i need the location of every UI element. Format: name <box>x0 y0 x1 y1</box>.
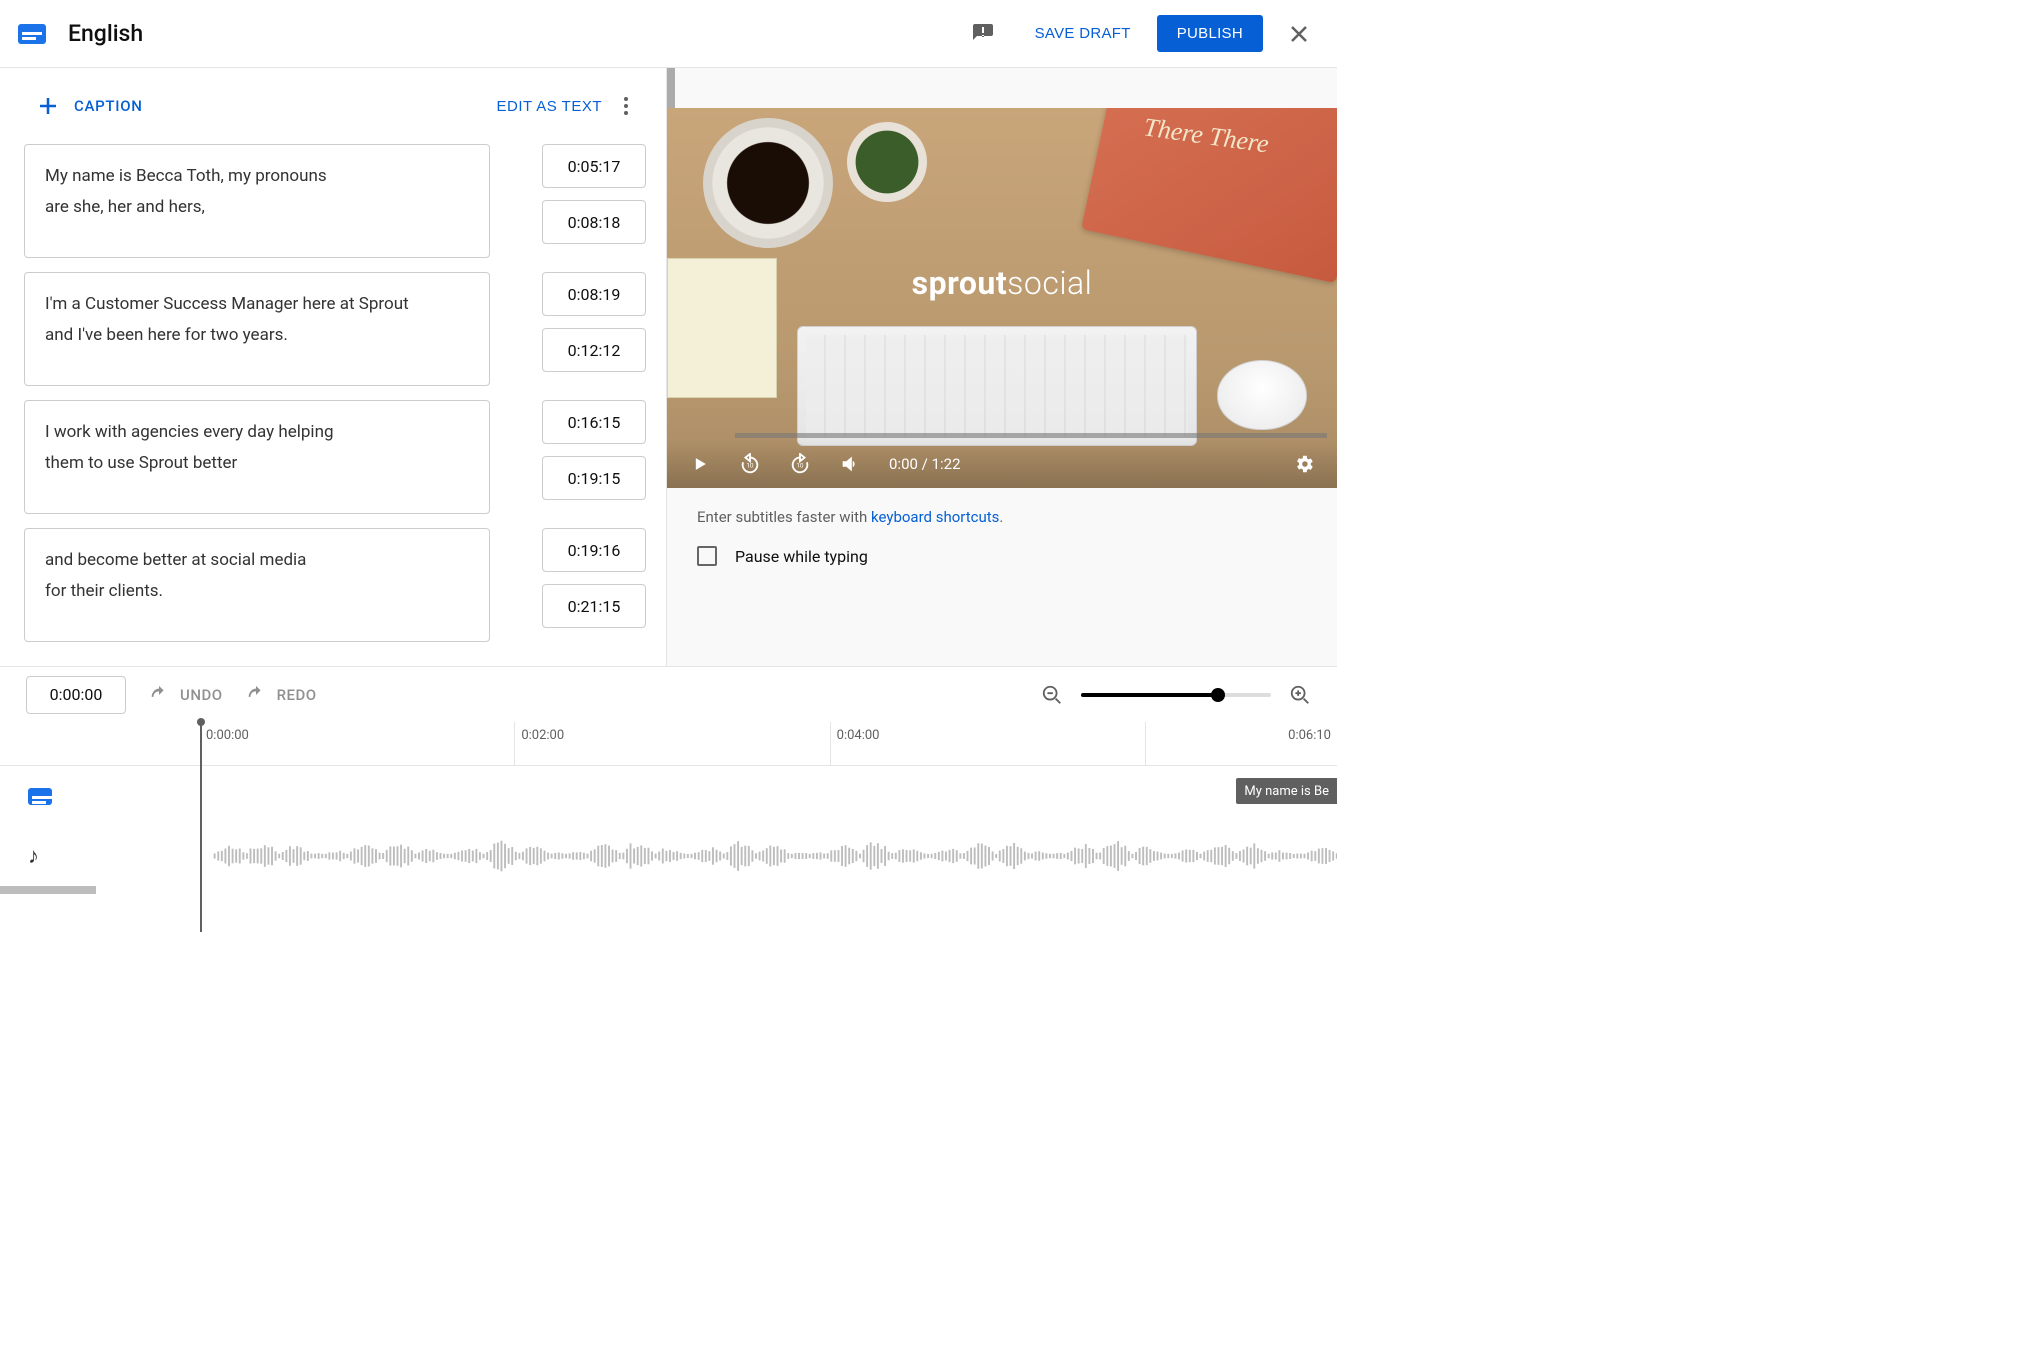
publish-button[interactable]: PUBLISH <box>1157 15 1263 52</box>
prop-mug <box>703 118 833 248</box>
caption-start-time[interactable]: 0:16:15 <box>542 400 646 444</box>
caption-row: My name is Becca Toth, my pronounsare sh… <box>24 144 646 258</box>
subtitles-icon <box>18 24 46 44</box>
timeline-panel: 0:00:00 UNDO REDO 0:00:00 0:02:00 0:04:0… <box>0 666 1337 896</box>
zoom-in-icon[interactable] <box>1289 684 1311 706</box>
timeline-toolbar: 0:00:00 UNDO REDO <box>0 667 1337 722</box>
forward-10-icon[interactable]: 10 <box>789 453 811 475</box>
caption-end-time[interactable]: 0:19:15 <box>542 456 646 500</box>
subtitles-icon <box>28 788 52 805</box>
caption-end-time[interactable]: 0:21:15 <box>542 584 646 628</box>
keyboard-shortcuts-link[interactable]: keyboard shortcuts <box>871 508 999 526</box>
pause-while-typing-label: Pause while typing <box>735 547 868 566</box>
page-title: English <box>68 20 971 47</box>
waveform <box>142 840 1337 872</box>
main: CAPTION EDIT AS TEXT My name is Becca To… <box>0 68 1337 666</box>
preview-panel: sproutsocial 10 10 0:00 / 1:22 Enter sub… <box>667 68 1337 666</box>
zoom-out-icon[interactable] <box>1041 684 1063 706</box>
caption-text[interactable]: I work with agencies every day helpingth… <box>24 400 490 514</box>
prop-notepad <box>667 258 777 398</box>
caption-editor-panel: CAPTION EDIT AS TEXT My name is Becca To… <box>0 68 667 666</box>
caption-text[interactable]: My name is Becca Toth, my pronounsare sh… <box>24 144 490 258</box>
prop-plant <box>847 122 927 202</box>
zoom-controls <box>1041 684 1311 706</box>
pause-while-typing-checkbox[interactable] <box>697 546 717 566</box>
video-preview[interactable]: sproutsocial 10 10 0:00 / 1:22 <box>667 108 1337 488</box>
undo-button[interactable]: UNDO <box>148 684 223 706</box>
caption-row: I'm a Customer Success Manager here at S… <box>24 272 646 386</box>
more-options-button[interactable] <box>614 94 638 118</box>
svg-text:10: 10 <box>746 462 754 470</box>
prop-keyboard <box>797 326 1197 446</box>
caption-start-time[interactable]: 0:08:19 <box>542 272 646 316</box>
pause-while-typing-row: Pause while typing <box>667 534 1337 578</box>
timeline-position-input[interactable]: 0:00:00 <box>26 676 126 714</box>
save-draft-button[interactable]: SAVE DRAFT <box>1023 17 1143 50</box>
playhead[interactable] <box>200 722 202 932</box>
caption-end-time[interactable]: 0:12:12 <box>542 328 646 372</box>
shortcuts-hint: Enter subtitles faster with keyboard sho… <box>667 488 1337 534</box>
caption-text[interactable]: I'm a Customer Success Manager here at S… <box>24 272 490 386</box>
caption-toolbar: CAPTION EDIT AS TEXT <box>0 68 666 144</box>
video-time-display: 0:00 / 1:22 <box>889 455 961 473</box>
caption-end-time[interactable]: 0:08:18 <box>542 200 646 244</box>
video-brand-text: sproutsocial <box>912 264 1093 302</box>
volume-icon[interactable] <box>839 453 861 475</box>
caption-start-time[interactable]: 0:05:17 <box>542 144 646 188</box>
music-note-icon: ♪ <box>28 843 39 869</box>
zoom-slider[interactable] <box>1081 693 1271 697</box>
header: English SAVE DRAFT PUBLISH <box>0 0 1337 68</box>
caption-start-time[interactable]: 0:19:16 <box>542 528 646 572</box>
prop-book <box>1081 108 1337 283</box>
settings-icon[interactable] <box>1293 453 1315 475</box>
video-progress-bar[interactable] <box>735 433 1327 438</box>
prop-mouse <box>1217 360 1307 430</box>
video-controls: 10 10 0:00 / 1:22 <box>667 440 1337 488</box>
feedback-icon[interactable] <box>971 22 995 46</box>
caption-chip[interactable]: My name is Be <box>1236 778 1337 804</box>
caption-row: and become better at social mediafor the… <box>24 528 646 642</box>
caption-list: My name is Becca Toth, my pronounsare sh… <box>0 144 666 666</box>
play-icon[interactable] <box>689 453 711 475</box>
close-button[interactable] <box>1279 14 1319 54</box>
rewind-10-icon[interactable]: 10 <box>739 453 761 475</box>
caption-text[interactable]: and become better at social mediafor the… <box>24 528 490 642</box>
add-caption-label: CAPTION <box>74 97 143 115</box>
add-caption-button[interactable]: CAPTION <box>36 94 143 118</box>
edit-as-text-button[interactable]: EDIT AS TEXT <box>497 98 602 115</box>
svg-text:10: 10 <box>796 462 804 470</box>
redo-button[interactable]: REDO <box>245 684 317 706</box>
caption-row: I work with agencies every day helpingth… <box>24 400 646 514</box>
